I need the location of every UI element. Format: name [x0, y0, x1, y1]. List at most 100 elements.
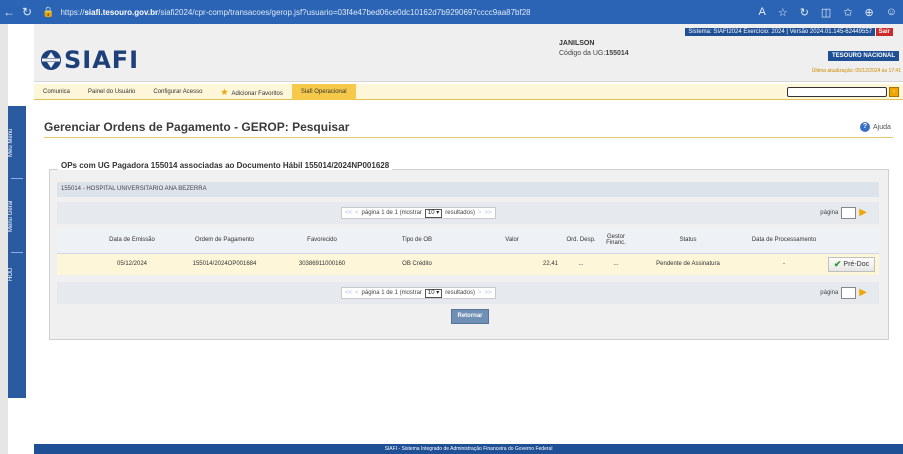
lock-icon[interactable]: 🔒: [42, 7, 54, 18]
rows-per-page-value: 10: [427, 209, 435, 216]
next-page-button[interactable]: >: [478, 290, 482, 296]
title-divider: [44, 137, 893, 138]
menu-search-input[interactable]: [787, 87, 887, 97]
page-jump-go-icon[interactable]: ▶: [859, 208, 867, 218]
user-name: JANILSON: [559, 40, 595, 47]
chevron-down-icon: ▾: [436, 209, 440, 216]
last-page-button[interactable]: >>: [484, 210, 491, 216]
last-page-button[interactable]: >>: [484, 290, 491, 296]
col-valor[interactable]: Valor: [462, 228, 562, 254]
cell-data-processamento: -: [744, 253, 824, 275]
cell-favorecido: 30386911000160: [272, 253, 372, 275]
pager-text-after: resultados): [445, 290, 475, 296]
page-jump-input[interactable]: [841, 287, 857, 299]
read-aloud-icon[interactable]: A: [758, 6, 765, 18]
table-header-row: Data de Emissão Ordem de Pagamento Favor…: [57, 228, 879, 254]
page-jump-label: página: [820, 210, 839, 216]
favorites-icon[interactable]: ✩: [843, 6, 852, 19]
left-rail: [0, 24, 8, 454]
url-prefix: https://: [60, 7, 85, 17]
rows-per-page-value: 10: [427, 289, 435, 296]
refresh-icon[interactable]: ↻: [800, 6, 809, 19]
pager-text: página 1 de 1 (mostrar: [361, 210, 422, 216]
bottom-pager-row: << < página 1 de 1 (mostrar 10 ▾ resulta…: [57, 282, 879, 304]
page-jump-input[interactable]: [841, 207, 857, 219]
cell-gestor-financ[interactable]: ...: [600, 253, 632, 275]
siafi-logo-text: SIAFI: [64, 46, 140, 74]
page-title: Gerenciar Ordens de Pagamento - GEROP: P…: [44, 120, 350, 134]
ordens-pagamento-table: Data de Emissão Ordem de Pagamento Favor…: [57, 228, 879, 275]
ug-code: 155014: [605, 50, 629, 57]
browser-actions: A ☆ ↻ ◫ ✩ ⊕ ☺: [758, 0, 897, 24]
help-label: Ajuda: [873, 123, 891, 131]
menu-item-siafi-operacional[interactable]: Siafi Operacional: [291, 83, 356, 100]
col-data-emissao[interactable]: Data de Emissão: [87, 228, 177, 254]
siafi-logo-icon: [41, 50, 61, 70]
sair-button[interactable]: Sair: [875, 28, 893, 36]
profile-icon[interactable]: ☺: [886, 6, 897, 18]
page-jump-top: página ▶: [820, 207, 867, 219]
col-actions: [824, 228, 879, 254]
url-host: siafi.tesouro.gov.br: [84, 7, 159, 17]
menu-search-go-icon[interactable]: ›: [889, 87, 899, 97]
reload-icon[interactable]: ↻: [18, 5, 36, 19]
col-tipo-ob[interactable]: Tipo de OB: [372, 228, 462, 254]
help-link[interactable]: ? Ajuda: [860, 122, 891, 132]
side-tab-menu-geral[interactable]: Menu Geral: [8, 184, 26, 248]
collections-icon[interactable]: ⊕: [865, 6, 874, 19]
footer: SIAFI - Sistema Integrado de Administraç…: [34, 444, 903, 454]
cell-data-emissao: 05/12/2024: [87, 253, 177, 275]
menu-item-label: Adicionar Favoritos: [231, 90, 283, 97]
next-page-button[interactable]: >: [478, 210, 482, 216]
page-jump-go-icon[interactable]: ▶: [859, 288, 867, 298]
url-path: /siafi2024/cpr-comp/transacoes/gerop.jsf…: [158, 7, 531, 17]
cell-actions: ✔ Pré-Doc: [824, 253, 879, 275]
ug-label: Código da UG:: [559, 50, 606, 57]
col-data-processamento[interactable]: Data de Processamento: [744, 228, 824, 254]
menu-item-configurar-acesso[interactable]: Configurar Acesso: [144, 84, 211, 100]
side-menu-tabs: Meu Menu Menu Geral HOD: [8, 106, 26, 398]
address-bar[interactable]: https://siafi.tesouro.gov.br/siafi2024/c…: [60, 8, 530, 17]
split-screen-icon[interactable]: ◫: [821, 6, 831, 19]
col-gestor-financ[interactable]: Gestor Financ.: [600, 228, 632, 254]
col-status[interactable]: Status: [632, 228, 744, 254]
cell-ordem-pagamento: 155014/2024OP001684: [177, 253, 272, 275]
tesouro-nacional-logo: TESOURO NACIONAL: [828, 51, 899, 61]
table-row[interactable]: 05/12/2024 155014/2024OP001684 303869110…: [57, 253, 879, 275]
side-tab-meu-menu[interactable]: Meu Menu: [8, 112, 26, 174]
first-page-button[interactable]: <<: [345, 290, 352, 296]
menu-item-adicionar-favoritos[interactable]: ★ Adicionar Favoritos: [211, 84, 291, 100]
first-page-button[interactable]: <<: [345, 210, 352, 216]
col-ord-desp[interactable]: Ord. Desp.: [562, 228, 600, 254]
side-divider: [11, 178, 23, 179]
page-jump-bottom: página ▶: [820, 287, 867, 299]
star-icon: ★: [220, 86, 229, 97]
back-arrow-icon[interactable]: ←: [0, 5, 18, 19]
pre-doc-label: Pré-Doc: [843, 260, 870, 268]
system-info: Sistema: SIAFI2024 Exercício: 2024 | Ver…: [685, 28, 875, 36]
paginator-bottom: << < página 1 de 1 (mostrar 10 ▾ resulta…: [341, 287, 496, 299]
pager-text-after: resultados): [445, 210, 475, 216]
check-icon: ✔: [833, 258, 842, 269]
page-jump-label: página: [820, 290, 839, 296]
top-menu-bar: Comunica Painel do Usuário Configurar Ac…: [34, 83, 903, 100]
retornar-button[interactable]: Retornar: [451, 309, 489, 324]
rows-per-page-select[interactable]: 10 ▾: [424, 288, 443, 298]
pre-doc-button[interactable]: ✔ Pré-Doc: [827, 256, 876, 272]
prev-page-button[interactable]: <: [355, 290, 359, 296]
panel-legend: OPs com UG Pagadora 155014 associadas ao…: [58, 161, 393, 170]
help-icon: ?: [860, 122, 870, 132]
rows-per-page-select[interactable]: 10 ▾: [424, 208, 443, 218]
cell-status: Pendente de Assinatura: [632, 253, 744, 275]
menu-item-painel-usuario[interactable]: Painel do Usuário: [79, 84, 144, 100]
top-pager-row: << < página 1 de 1 (mostrar 10 ▾ resulta…: [57, 202, 879, 224]
col-ordem-pagamento[interactable]: Ordem de Pagamento: [177, 228, 272, 254]
menu-item-comunica[interactable]: Comunica: [34, 84, 79, 100]
cell-ord-desp[interactable]: ...: [562, 253, 600, 275]
favorite-star-icon[interactable]: ☆: [778, 6, 788, 19]
col-favorecido[interactable]: Favorecido: [272, 228, 372, 254]
chevron-down-icon: ▾: [436, 289, 440, 296]
prev-page-button[interactable]: <: [355, 210, 359, 216]
side-tab-hod[interactable]: HOD: [8, 258, 26, 290]
siafi-logo[interactable]: SIAFI: [40, 46, 139, 74]
